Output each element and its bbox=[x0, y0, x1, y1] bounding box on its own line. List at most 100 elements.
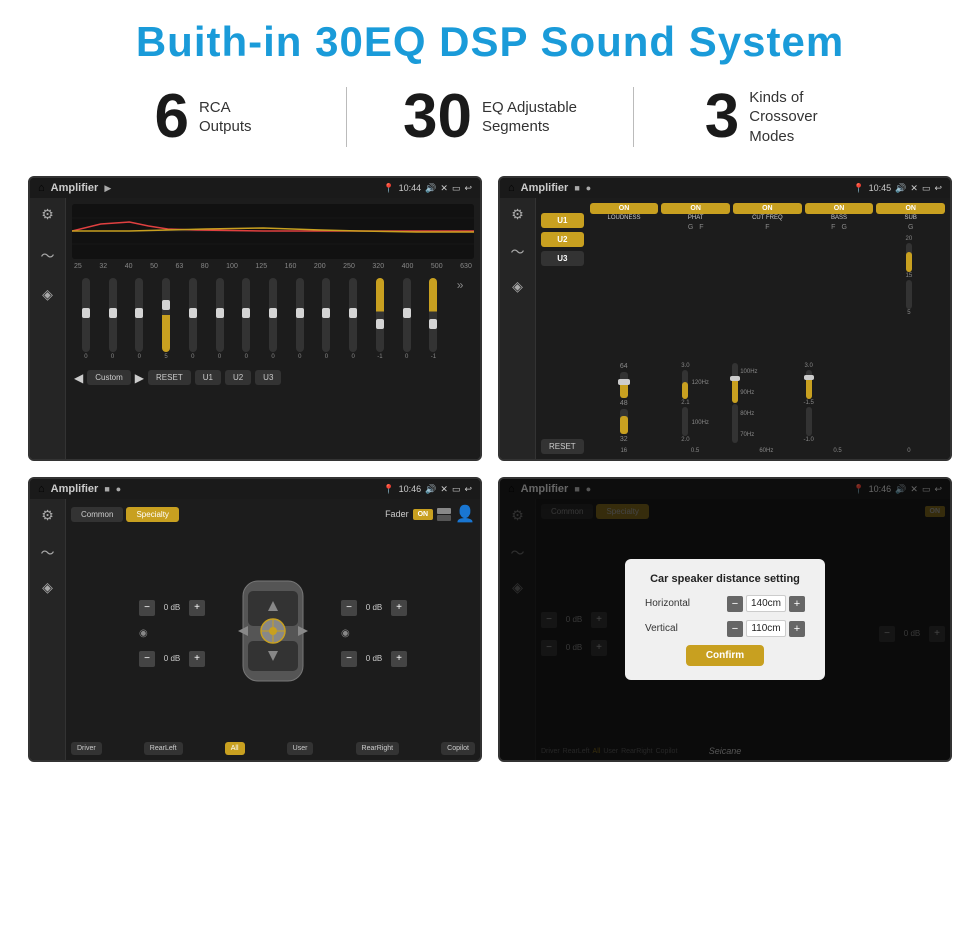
left-rear-plus[interactable]: + bbox=[189, 651, 205, 667]
back-icon-1[interactable]: ↩ bbox=[464, 183, 472, 194]
modal-title: Car speaker distance setting bbox=[645, 573, 805, 585]
home-icon-2[interactable]: ⌂ bbox=[508, 182, 515, 194]
fader-speaker-icon[interactable]: ◈ bbox=[38, 579, 58, 599]
back-icon-3[interactable]: ↩ bbox=[464, 484, 472, 495]
eq-prev-btn[interactable]: ◀ bbox=[74, 371, 83, 385]
screen-fader: ⌂ Amplifier ■ ● 📍 10:46 🔊 ✕ ▭ ↩ ⚙ 〜 ◈ bbox=[28, 477, 482, 762]
eq-slider-0[interactable]: 0 bbox=[74, 278, 98, 360]
home-icon-3[interactable]: ⌂ bbox=[38, 483, 45, 495]
right-rear-db: − 0 dB + bbox=[341, 651, 407, 667]
amp-wave-icon[interactable]: 〜 bbox=[508, 242, 528, 262]
left-rear-minus[interactable]: − bbox=[139, 651, 155, 667]
horizontal-val: 140cm bbox=[746, 595, 786, 612]
fader-settings-icon[interactable]: ⚙ bbox=[38, 507, 58, 527]
amp-speaker-icon[interactable]: ◈ bbox=[508, 278, 528, 298]
rearright-btn[interactable]: RearRight bbox=[356, 742, 400, 755]
left-speaker-icons: ◉ bbox=[139, 628, 205, 639]
u1-btn[interactable]: U1 bbox=[541, 213, 584, 228]
right-front-minus[interactable]: − bbox=[341, 600, 357, 616]
time-1: 10:44 bbox=[399, 183, 422, 193]
close-icon-1[interactable]: ✕ bbox=[440, 183, 448, 194]
eq-custom-btn[interactable]: Custom bbox=[87, 370, 131, 385]
vertical-plus-btn[interactable]: + bbox=[789, 621, 805, 637]
eq-speaker-icon[interactable]: ◈ bbox=[38, 286, 58, 306]
eq-slider-12[interactable]: 0 bbox=[395, 278, 419, 360]
eq-u3-btn[interactable]: U3 bbox=[255, 370, 281, 385]
amp-settings-icon[interactable]: ⚙ bbox=[508, 206, 528, 226]
cutfreq-group: ON CUT FREQ bbox=[733, 203, 802, 221]
stat-number-crossover: 3 bbox=[705, 86, 739, 148]
eq-slider-13[interactable]: -1 bbox=[422, 278, 446, 360]
driver-btn[interactable]: Driver bbox=[71, 742, 102, 755]
screen-fader-modal: ⌂ Amplifier ■ ● 📍 10:46 🔊 ✕ ▭ ↩ ⚙ 〜 ◈ bbox=[498, 477, 952, 762]
eq-slider-10[interactable]: 0 bbox=[341, 278, 365, 360]
time-2: 10:45 bbox=[869, 183, 892, 193]
eq-slider-8[interactable]: 0 bbox=[288, 278, 312, 360]
eq-graph bbox=[72, 204, 474, 259]
copilot-btn[interactable]: Copilot bbox=[441, 742, 475, 755]
home-icon-1[interactable]: ⌂ bbox=[38, 182, 45, 194]
horizontal-minus-btn[interactable]: − bbox=[727, 596, 743, 612]
eq-slider-3[interactable]: 5 bbox=[154, 278, 178, 360]
u-buttons-col: U1 U2 U3 RESET bbox=[541, 203, 584, 454]
reset-btn-2[interactable]: RESET bbox=[541, 439, 584, 454]
right-front-plus[interactable]: + bbox=[391, 600, 407, 616]
loudness-group: ON LOUDNESS bbox=[590, 203, 659, 221]
cutfreq-on-btn[interactable]: ON bbox=[733, 203, 802, 214]
fader-on-btn[interactable]: ON bbox=[413, 509, 434, 520]
eq-slider-1[interactable]: 0 bbox=[101, 278, 125, 360]
eq-slider-expand[interactable]: » bbox=[448, 278, 472, 360]
eq-slider-2[interactable]: 0 bbox=[127, 278, 151, 360]
window-icon-1[interactable]: ▭ bbox=[452, 183, 461, 194]
common-tab[interactable]: Common bbox=[71, 507, 123, 522]
confirm-button[interactable]: Confirm bbox=[686, 645, 764, 666]
close-icon-3[interactable]: ✕ bbox=[440, 484, 448, 495]
eq-u1-btn[interactable]: U1 bbox=[195, 370, 221, 385]
back-icon-2[interactable]: ↩ bbox=[934, 183, 942, 194]
eq-wave-icon[interactable]: 〜 bbox=[38, 246, 58, 266]
right-rear-minus[interactable]: − bbox=[341, 651, 357, 667]
fader-user-icon[interactable]: 👤 bbox=[455, 504, 475, 524]
phat-on-btn[interactable]: ON bbox=[661, 203, 730, 214]
user-btn[interactable]: User bbox=[287, 742, 314, 755]
sub-label: SUB bbox=[905, 215, 917, 221]
left-rear-db: − 0 dB + bbox=[139, 651, 205, 667]
rearleft-btn[interactable]: RearLeft bbox=[144, 742, 183, 755]
fader-tabs: Common Specialty bbox=[71, 507, 179, 522]
sub-on-btn[interactable]: ON bbox=[876, 203, 945, 214]
rec-icon-3: ■ bbox=[104, 484, 109, 494]
eq-slider-7[interactable]: 0 bbox=[261, 278, 285, 360]
cutfreq-label: CUT FREQ bbox=[752, 215, 783, 221]
u2-btn[interactable]: U2 bbox=[541, 232, 584, 247]
eq-next-btn[interactable]: ▶ bbox=[135, 371, 144, 385]
eq-slider-9[interactable]: 0 bbox=[315, 278, 339, 360]
left-front-plus[interactable]: + bbox=[189, 600, 205, 616]
eq-slider-6[interactable]: 0 bbox=[234, 278, 258, 360]
close-icon-2[interactable]: ✕ bbox=[910, 183, 918, 194]
eq-slider-4[interactable]: 0 bbox=[181, 278, 205, 360]
eq-u2-btn[interactable]: U2 bbox=[225, 370, 251, 385]
all-btn[interactable]: All bbox=[225, 742, 245, 755]
dot-icon-3: ● bbox=[116, 484, 121, 494]
eq-settings-icon[interactable]: ⚙ bbox=[38, 206, 58, 226]
horizontal-plus-btn[interactable]: + bbox=[789, 596, 805, 612]
specialty-tab[interactable]: Specialty bbox=[126, 507, 178, 522]
eq-slider-11[interactable]: -1 bbox=[368, 278, 392, 360]
left-front-minus[interactable]: − bbox=[139, 600, 155, 616]
eq-screen: ⚙ 〜 ◈ bbox=[30, 198, 480, 459]
u3-btn[interactable]: U3 bbox=[541, 251, 584, 266]
loudness-on-btn[interactable]: ON bbox=[590, 203, 659, 214]
window-icon-2[interactable]: ▭ bbox=[922, 183, 931, 194]
bass-sliders: 3.0 -1.5 -1.0 bbox=[803, 236, 871, 443]
status-bar-right-2: 📍 10:45 🔊 ✕ ▭ ↩ bbox=[853, 183, 942, 194]
bass-on-btn[interactable]: ON bbox=[805, 203, 874, 214]
modal-vertical-row: Vertical − 110cm + bbox=[645, 620, 805, 637]
fader-wave-icon[interactable]: 〜 bbox=[38, 543, 58, 563]
right-rear-plus[interactable]: + bbox=[391, 651, 407, 667]
left-front-db: − 0 dB + bbox=[139, 600, 205, 616]
eq-reset-btn[interactable]: RESET bbox=[148, 370, 191, 385]
status-bar-right-3: 📍 10:46 🔊 ✕ ▭ ↩ bbox=[383, 484, 472, 495]
vertical-minus-btn[interactable]: − bbox=[727, 621, 743, 637]
eq-slider-5[interactable]: 0 bbox=[208, 278, 232, 360]
window-icon-3[interactable]: ▭ bbox=[452, 484, 461, 495]
